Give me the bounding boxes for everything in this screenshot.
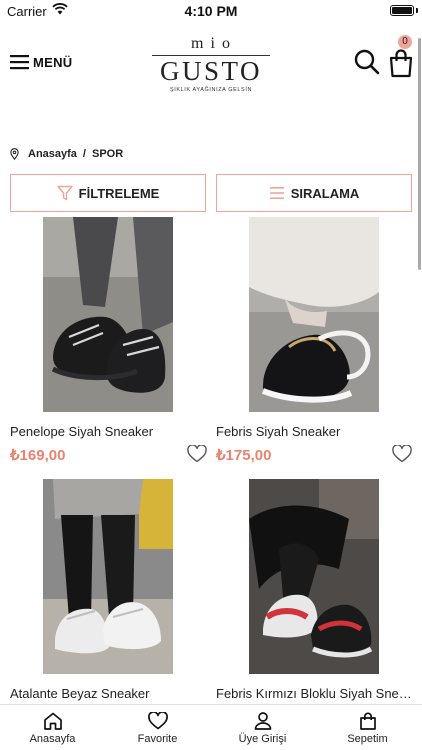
tab-home-label: Anasayfa — [29, 733, 76, 745]
menu-button[interactable]: MENÜ — [10, 52, 72, 72]
breadcrumb-separator: / — [82, 148, 86, 160]
sort-label: SIRALAMA — [290, 185, 360, 201]
product-name[interactable]: Penelope Siyah Sneaker — [10, 424, 208, 439]
filter-button[interactable]: FİLTRELEME — [10, 174, 206, 212]
breadcrumb: Anasayfa / SPOR — [10, 146, 123, 162]
tab-cart-label: Sepetim — [347, 733, 388, 745]
product-image[interactable] — [43, 217, 173, 412]
sort-lines-icon — [269, 187, 284, 199]
tab-bar: Anasayfa Favorite Üye Girişi Sepetim — [0, 704, 422, 750]
app-header: MENÜ mio GUSTO ŞIKLIK AYAĞINIZA GELSİN — [0, 30, 422, 102]
breadcrumb-home-link[interactable]: Anasayfa — [28, 148, 77, 160]
product-name[interactable]: Febris Kırmızı Bloklu Siyah Sneaker — [216, 686, 414, 701]
brand-logo[interactable]: mio GUSTO ŞIKLIK AYAĞINIZA GELSİN — [150, 36, 272, 100]
product-image[interactable] — [249, 217, 379, 412]
product-image[interactable] — [249, 479, 379, 674]
user-icon — [254, 712, 271, 730]
filter-label: FİLTRELEME — [78, 185, 160, 201]
tab-favorites[interactable]: Favorite — [105, 705, 210, 750]
search-icon[interactable] — [354, 49, 380, 75]
heart-icon — [147, 712, 168, 730]
logo-top-text: mio — [191, 35, 237, 52]
product-price: ₺169,00 — [10, 447, 66, 464]
heart-icon[interactable] — [392, 445, 412, 463]
clock: 4:10 PM — [184, 3, 238, 19]
tab-login-label: Üye Girişi — [238, 733, 287, 745]
tab-cart[interactable]: Sepetim — [315, 705, 420, 750]
location-pin-icon — [10, 148, 19, 160]
cart-icon[interactable] — [388, 48, 414, 78]
logo-tagline: ŞIKLIK AYAĞINIZA GELSİN — [169, 87, 253, 93]
home-icon — [43, 712, 62, 730]
breadcrumb-current: SPOR — [91, 148, 124, 160]
status-bar: Carrier 4:10 PM — [0, 0, 422, 24]
logo-main-text: GUSTO — [159, 56, 263, 86]
hamburger-icon — [10, 55, 29, 70]
scroll-indicator[interactable] — [418, 38, 421, 270]
tab-favorites-label: Favorite — [137, 733, 178, 745]
product-name[interactable]: Atalante Beyaz Sneaker — [10, 686, 208, 701]
bag-icon — [359, 712, 376, 730]
menu-label: MENÜ — [33, 54, 73, 70]
cart-count-badge: 0 — [398, 35, 412, 49]
heart-icon[interactable] — [187, 445, 207, 463]
sort-button[interactable]: SIRALAMA — [216, 174, 412, 212]
product-name[interactable]: Febris Siyah Sneaker — [216, 424, 414, 439]
tab-login[interactable]: Üye Girişi — [210, 705, 315, 750]
battery-icon — [390, 5, 414, 16]
product-price: ₺175,00 — [216, 447, 272, 464]
tab-home[interactable]: Anasayfa — [0, 705, 105, 750]
filter-funnel-icon — [56, 185, 73, 201]
product-image[interactable] — [43, 479, 173, 674]
battery-tip — [416, 8, 418, 13]
